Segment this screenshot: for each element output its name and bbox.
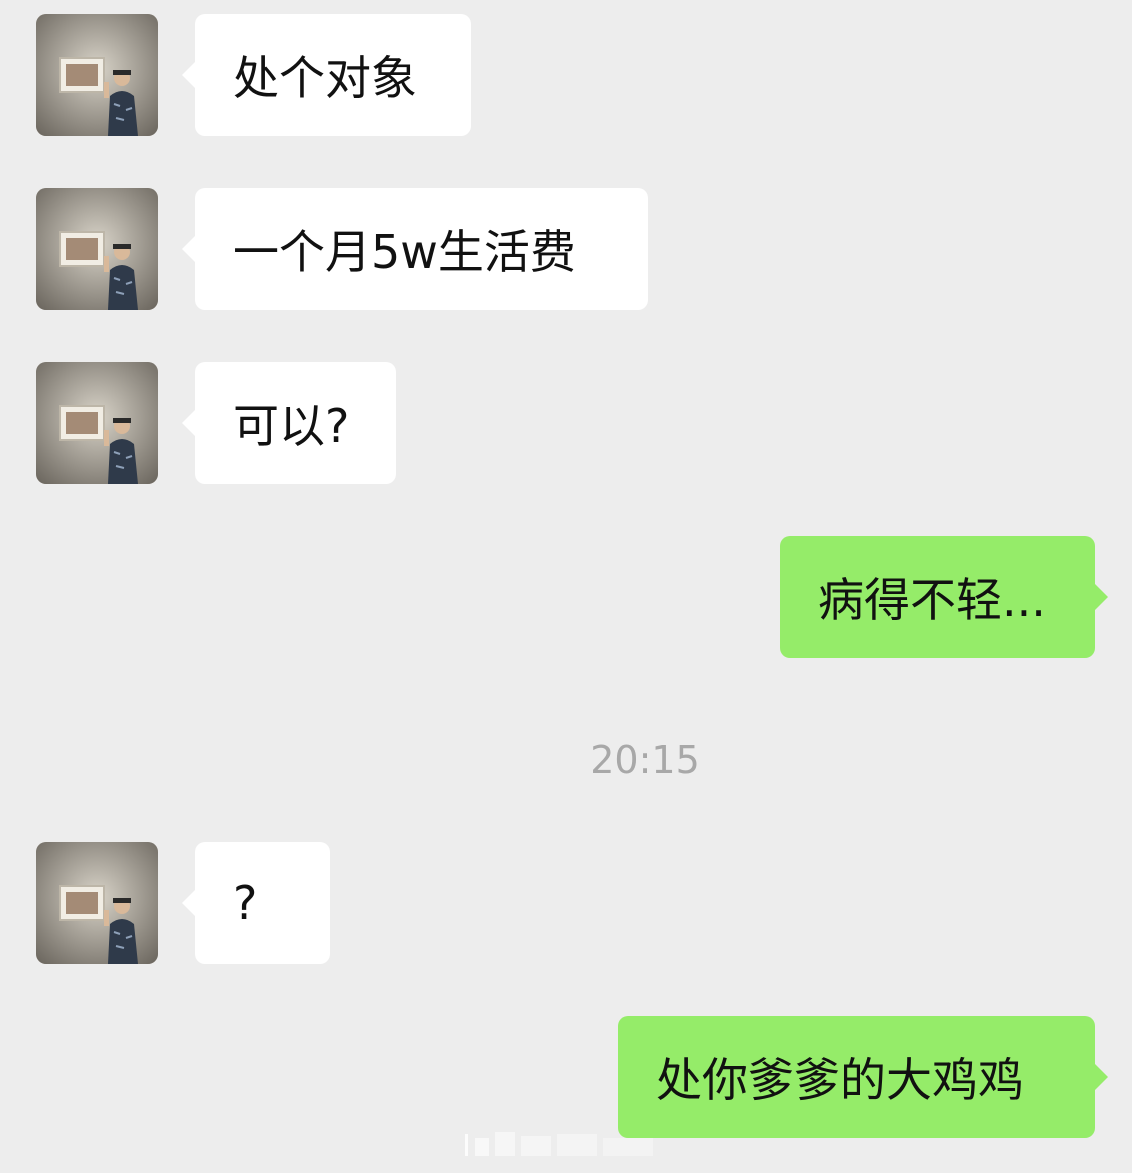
message-text: ? [233, 876, 258, 930]
message-text: 处个对象 [233, 51, 417, 105]
message-text: 一个月5w生活费 [233, 225, 576, 279]
contact-avatar[interactable] [36, 14, 158, 136]
contact-avatar[interactable] [36, 362, 158, 484]
message-bubble-incoming[interactable]: 处个对象 [182, 14, 471, 136]
chat-timestamp: 20:15 [590, 738, 700, 782]
message-bubble-outgoing[interactable]: 病得不轻... [780, 536, 1108, 658]
message-bubble-incoming[interactable]: 一个月5w生活费 [182, 188, 648, 310]
message-text: 可以? [233, 399, 350, 453]
message-bubble-incoming[interactable]: 可以? [182, 362, 396, 484]
watermark-icon [465, 1132, 653, 1156]
message-text: 病得不轻... [818, 573, 1046, 627]
contact-avatar[interactable] [36, 188, 158, 310]
avatar-photo-icon [36, 14, 158, 136]
avatar-photo-icon [36, 842, 158, 964]
contact-avatar[interactable] [36, 842, 158, 964]
avatar-photo-icon [36, 188, 158, 310]
message-bubble-incoming[interactable]: ? [182, 842, 330, 964]
avatar-photo-icon [36, 362, 158, 484]
message-bubble-outgoing[interactable]: 处你爹爹的大鸡鸡 [618, 1016, 1108, 1138]
message-text: 处你爹爹的大鸡鸡 [656, 1053, 1024, 1107]
